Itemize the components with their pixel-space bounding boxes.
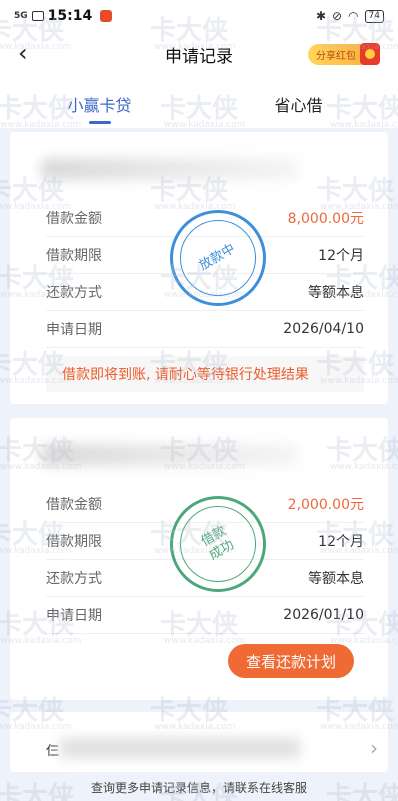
red-envelope-icon [360, 43, 380, 65]
blurred-product-title [60, 738, 300, 758]
nav-bar: ‹ 申请记录 分享红包 [0, 32, 398, 76]
sim-icon [31, 11, 44, 21]
partial-text: 仨 [46, 744, 60, 759]
tab-bar: 小赢卡贷 省心借 [0, 76, 398, 128]
mute-icon: ⊘ [332, 9, 343, 23]
bluetooth-icon: ✱ [315, 9, 326, 23]
signal-indicator: 5G [14, 11, 28, 21]
application-record-card: 仨 › [10, 712, 388, 772]
row-label: 借款金额 [46, 211, 102, 227]
tab-xiaoying-kadai[interactable]: 小赢卡贷 [0, 76, 199, 128]
back-button[interactable]: ‹ [18, 40, 28, 66]
chevron-right-icon[interactable]: › [370, 736, 378, 760]
detail-row-date: 申请日期 2026/01/10 [46, 597, 364, 634]
row-value: 12个月 [318, 534, 364, 550]
row-label: 借款期限 [46, 534, 102, 550]
row-label: 申请日期 [46, 322, 102, 338]
row-label: 借款金额 [46, 497, 102, 513]
application-record-card: 借款金额 2,000.00元 借款期限 12个月 还款方式 等额本息 申请日期 … [10, 418, 388, 700]
row-value: 2026/04/10 [283, 321, 364, 337]
share-red-packet-button[interactable]: 分享红包 [308, 42, 380, 66]
row-value: 等额本息 [308, 285, 364, 301]
stamp-text: 放款中 [197, 241, 239, 274]
page-title: 申请记录 [165, 46, 233, 67]
blurred-product-title [40, 444, 300, 466]
row-label: 申请日期 [46, 608, 102, 624]
row-label: 还款方式 [46, 571, 102, 587]
application-record-card: 借款金额 8,000.00元 借款期限 12个月 还款方式 等额本息 申请日期 … [10, 132, 388, 404]
blurred-product-title [40, 158, 300, 180]
row-value: 2026/01/10 [283, 607, 364, 623]
disbursement-notice: 借款即将到账, 请耐心等待银行处理结果 [46, 356, 364, 392]
battery-icon: 74 [364, 9, 384, 23]
status-time: 15:14 [47, 8, 93, 24]
row-label: 还款方式 [46, 285, 102, 301]
row-value: 2,000.00元 [287, 497, 364, 513]
row-label: 借款期限 [46, 248, 102, 264]
wifi-icon: ◠ [348, 9, 359, 23]
status-stamp-success: 借款 成功 [170, 496, 266, 592]
detail-row-date: 申请日期 2026/04/10 [46, 311, 364, 348]
status-bar: 5G 15:14 ✱ ⊘ ◠ 74 [0, 0, 398, 32]
row-value: 等额本息 [308, 571, 364, 587]
stamp-text: 借款 成功 [198, 523, 237, 564]
notification-icon [100, 10, 113, 22]
contact-service-footer[interactable]: 查询更多申请记录信息，请联系在线客服 [0, 776, 398, 801]
row-value: 12个月 [318, 248, 364, 264]
status-stamp-disbursing: 放款中 [170, 210, 266, 306]
row-value: 8,000.00元 [287, 211, 364, 227]
view-repayment-plan-button[interactable]: 查看还款计划 [228, 644, 354, 678]
tab-shengxin-jie[interactable]: 省心借 [199, 76, 398, 128]
